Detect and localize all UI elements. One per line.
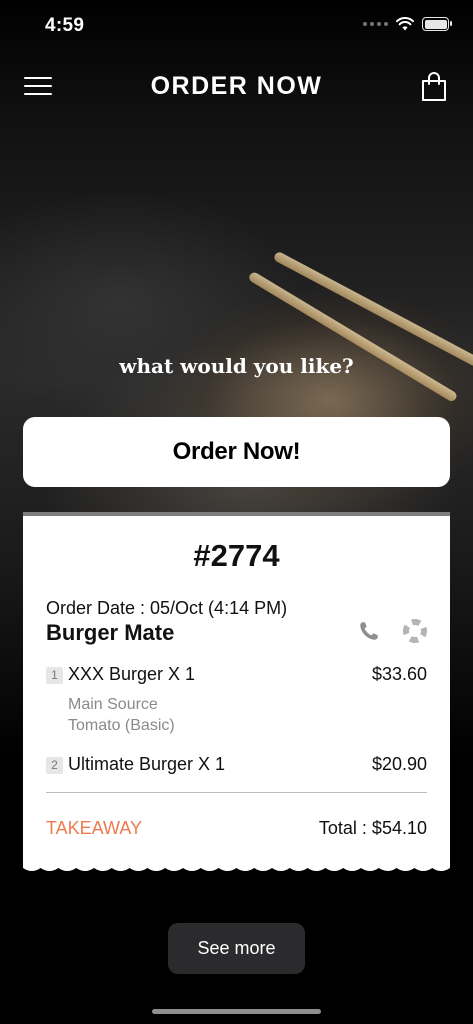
signal-icon <box>363 22 388 26</box>
item-price: $20.90 <box>371 754 427 774</box>
receipt-divider <box>46 792 427 793</box>
item-index: 2 <box>46 757 63 774</box>
restaurant-name: Burger Mate <box>46 620 175 645</box>
order-total: Total : $54.10 <box>318 818 427 838</box>
status-time: 4:59 <box>45 15 85 36</box>
order-number: #2774 <box>193 538 280 573</box>
page-title: ORDER NOW <box>150 72 323 100</box>
item-index: 1 <box>46 667 63 684</box>
battery-icon <box>422 17 452 31</box>
order-date: Order Date : 05/Oct (4:14 PM) <box>46 598 288 618</box>
shopping-bag-icon[interactable] <box>421 72 447 102</box>
item-option: Main Source <box>68 696 158 713</box>
item-price: $33.60 <box>371 664 427 684</box>
status-bar: 4:59 <box>0 0 473 54</box>
support-icon[interactable] <box>402 618 428 644</box>
hero-tagline: what would you like? <box>119 354 354 378</box>
order-type-label: TAKEAWAY <box>46 818 143 838</box>
wifi-icon <box>396 17 414 31</box>
receipt-torn-edge <box>23 862 450 871</box>
item-option: Tomato (Basic) <box>68 717 175 734</box>
item-name: XXX Burger X 1 <box>68 664 196 684</box>
order-now-button[interactable]: Order Now! <box>23 417 450 487</box>
see-more-button[interactable]: See more <box>168 923 305 974</box>
phone-icon[interactable] <box>358 620 380 642</box>
home-indicator <box>152 1009 321 1014</box>
status-icons <box>363 17 452 31</box>
nav-bar: ORDER NOW <box>0 62 473 114</box>
item-name: Ultimate Burger X 1 <box>68 754 226 774</box>
order-receipt-card[interactable]: #2774 Order Date : 05/Oct (4:14 PM) Burg… <box>23 512 450 868</box>
